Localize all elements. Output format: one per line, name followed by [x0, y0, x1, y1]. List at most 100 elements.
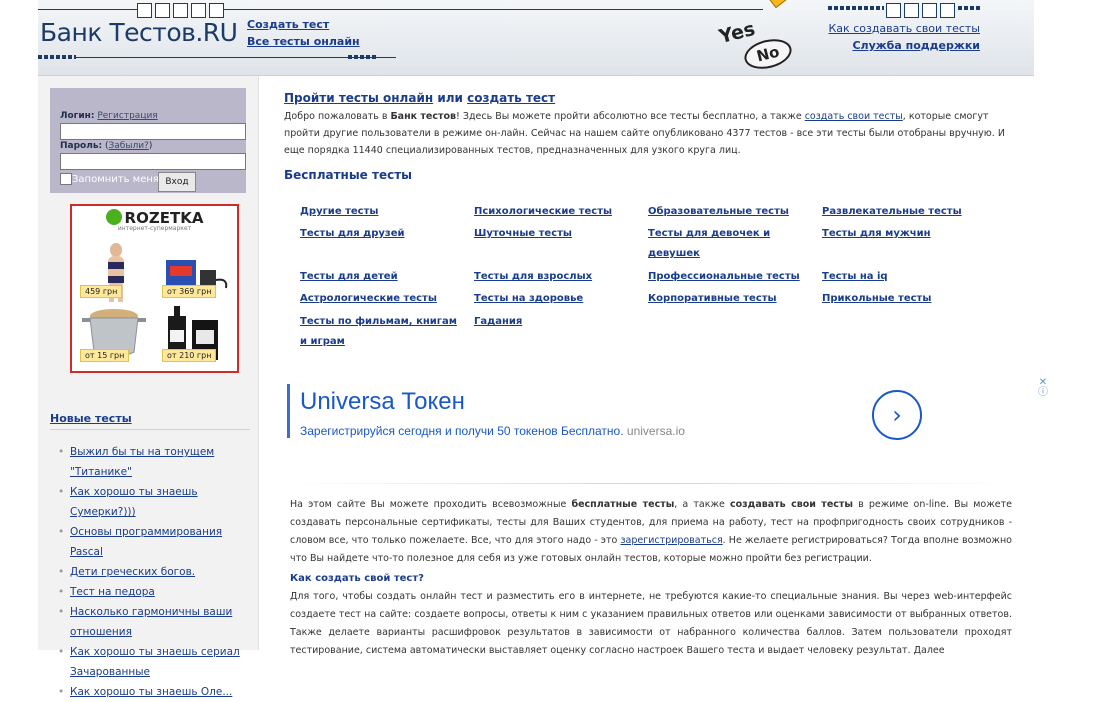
ad-product-swimsuit[interactable]: 459 грн	[74, 240, 154, 302]
google-text-ad[interactable]: Universa Токен Зарегистрируйся сегодня и…	[287, 378, 1003, 452]
category-cell: Психологические тесты	[474, 202, 634, 222]
category-link[interactable]: Тесты для мужчин	[822, 228, 931, 239]
category-cell: Астрологические тесты	[300, 289, 460, 309]
list-item: Тест на педора	[58, 582, 248, 602]
header-line	[223, 9, 763, 10]
category-cell: Тесты для девочек и девушек	[648, 224, 788, 264]
category-cell: Другие тесты	[300, 202, 460, 222]
ad-arrow-button[interactable]: ›	[872, 390, 922, 440]
rozetka-smile-icon	[105, 209, 122, 225]
take-tests-link[interactable]: Пройти тесты онлайн	[284, 91, 433, 105]
category-link[interactable]: Психологические тесты	[474, 206, 612, 217]
create-own-tests-link[interactable]: создать свои тесты	[805, 111, 903, 122]
category-link[interactable]: Корпоративные тесты	[648, 293, 777, 304]
forgot-password-link[interactable]: Забыли?	[109, 141, 149, 151]
category-cell: Корпоративные тесты	[648, 289, 808, 309]
category-cell: Шуточные тесты	[474, 224, 634, 244]
category-cell: Тесты по фильмам, книгам и играм	[300, 312, 460, 352]
ad-close-icon[interactable]: ✕ ⓘ	[1038, 378, 1048, 398]
category-cell: Тесты для детей	[300, 267, 460, 287]
category-link[interactable]: Образовательные тесты	[648, 206, 789, 217]
about-part: , а также	[674, 499, 730, 510]
new-test-link[interactable]: Как хорошо ты знаешь Сумерки?)))	[70, 486, 198, 518]
site-header: Банк Тестов.RU Создать тест Все тесты он…	[38, 0, 1034, 76]
how-to-create-text: Для того, чтобы создать онлайн тест и ра…	[290, 591, 1012, 656]
list-item: Основы программирования Pascal	[58, 522, 248, 562]
free-tests-heading: Бесплатные тесты	[284, 168, 413, 182]
category-link[interactable]: Тесты для детей	[300, 271, 398, 282]
rozetka-ad-banner[interactable]: ROZETKA интернет-супермаркет 459 грн от …	[70, 204, 239, 373]
new-test-link[interactable]: Основы программирования Pascal	[70, 526, 222, 558]
left-sidebar: Логин: Регистрация Пароль: (Забыли?) Зап…	[38, 76, 259, 702]
category-cell: Тесты на здоровье	[474, 289, 634, 309]
new-test-link[interactable]: Выжил бы ты на тонущем "Титанике"	[70, 446, 214, 478]
category-cell: Прикольные тесты	[822, 289, 982, 309]
category-link[interactable]: Тесты по фильмам, книгам и играм	[300, 316, 457, 347]
header-decor-bar	[348, 55, 378, 59]
ad-product-pot[interactable]: от 15 грн	[74, 304, 154, 366]
about-part: На этом сайте Вы можете проходить всевоз…	[290, 499, 572, 510]
category-cell: Тесты на iq	[822, 267, 982, 287]
intro-text: Добро пожаловать в Банк тестов! Здесь Вы…	[284, 108, 1012, 159]
category-link[interactable]: Профессиональные тесты	[648, 271, 800, 282]
list-item: Как хорошо ты знаешь сериал Зачарованные	[58, 642, 248, 682]
ad-tagline: интернет-супермаркет	[117, 225, 192, 232]
intro-part: ! Здесь Вы можете пройти абсолютно все т…	[456, 111, 805, 122]
category-link[interactable]: Шуточные тесты	[474, 228, 572, 239]
password-label: Пароль:	[60, 141, 103, 151]
list-item: Дети греческих богов.	[58, 562, 248, 582]
list-item: Как хорошо ты знаешь Сумерки?)))	[58, 482, 248, 522]
new-tests-heading[interactable]: Новые тесты	[50, 412, 132, 425]
password-input[interactable]	[60, 153, 246, 170]
site-logo[interactable]: Банк Тестов.RU	[40, 18, 238, 47]
ad-header: ROZETKA интернет-супермаркет	[72, 208, 237, 232]
new-test-link[interactable]: Как хорошо ты знаешь Оле...	[70, 686, 232, 698]
category-link[interactable]: Прикольные тесты	[822, 293, 931, 304]
ad-info-icon[interactable]: ⓘ	[1038, 387, 1048, 398]
category-cell: Гадания	[474, 312, 634, 332]
categories-grid: Другие тесты Психологические тесты Образ…	[284, 188, 1012, 358]
new-test-link[interactable]: Тест на педора	[70, 586, 155, 598]
page: Банк Тестов.RU Создать тест Все тесты он…	[38, 0, 1048, 702]
main-heading: Пройти тесты онлайн или создать тест	[284, 91, 555, 105]
category-link[interactable]: Другие тесты	[300, 206, 378, 217]
how-to-create-link[interactable]: Как создавать свои тесты	[829, 20, 981, 37]
logo-decor-square	[209, 3, 224, 18]
no-text: No	[754, 42, 782, 66]
category-link[interactable]: Гадания	[474, 316, 522, 327]
header-decor-square	[886, 3, 901, 18]
login-input[interactable]	[60, 123, 246, 140]
create-test-link[interactable]: Создать тест	[247, 16, 360, 33]
category-link[interactable]: Астрологические тесты	[300, 293, 437, 304]
logo-decor-square	[155, 3, 170, 18]
category-link[interactable]: Развлекательные тесты	[822, 206, 962, 217]
remember-checkbox[interactable]	[60, 173, 72, 185]
category-link[interactable]: Тесты на iq	[822, 271, 888, 282]
category-link[interactable]: Тесты на здоровье	[474, 293, 583, 304]
category-link[interactable]: Тесты для взрослых	[474, 271, 592, 282]
new-test-link[interactable]: Как хорошо ты знаешь сериал Зачарованные	[70, 646, 240, 678]
about-bold: создавать свои тесты	[729, 499, 853, 510]
header-decor-bar	[38, 55, 76, 59]
all-tests-link[interactable]: Все тесты онлайн	[247, 33, 360, 50]
support-link[interactable]: Служба поддержки	[829, 37, 980, 54]
ad-product-whiskey[interactable]: от 210 грн	[156, 304, 236, 366]
pencil-icon	[766, 0, 825, 9]
list-item: Выжил бы ты на тонущем "Титанике"	[58, 442, 248, 482]
header-decor-square	[922, 3, 937, 18]
create-test-heading-link[interactable]: создать тест	[467, 91, 555, 105]
login-button[interactable]: Вход	[158, 172, 196, 192]
register-link[interactable]: Регистрация	[97, 111, 157, 121]
category-link[interactable]: Тесты для девочек и девушек	[648, 228, 770, 259]
ad-product-charger[interactable]: от 369 грн	[156, 240, 236, 302]
remember-me[interactable]: Запомнить меня	[60, 173, 159, 185]
ad-title[interactable]: Universa Токен	[300, 388, 465, 416]
ad-price: от 210 грн	[162, 349, 217, 362]
divider	[50, 429, 250, 430]
category-link[interactable]: Тесты для друзей	[300, 228, 405, 239]
ad-price: от 369 грн	[162, 285, 217, 298]
new-test-link[interactable]: Дети греческих богов.	[70, 566, 195, 578]
register-link-inline[interactable]: зарегистрироваться	[620, 535, 722, 546]
about-bold: бесплатные тесты	[571, 499, 675, 510]
new-test-link[interactable]: Насколько гармоничны ваши отношения	[70, 606, 232, 638]
